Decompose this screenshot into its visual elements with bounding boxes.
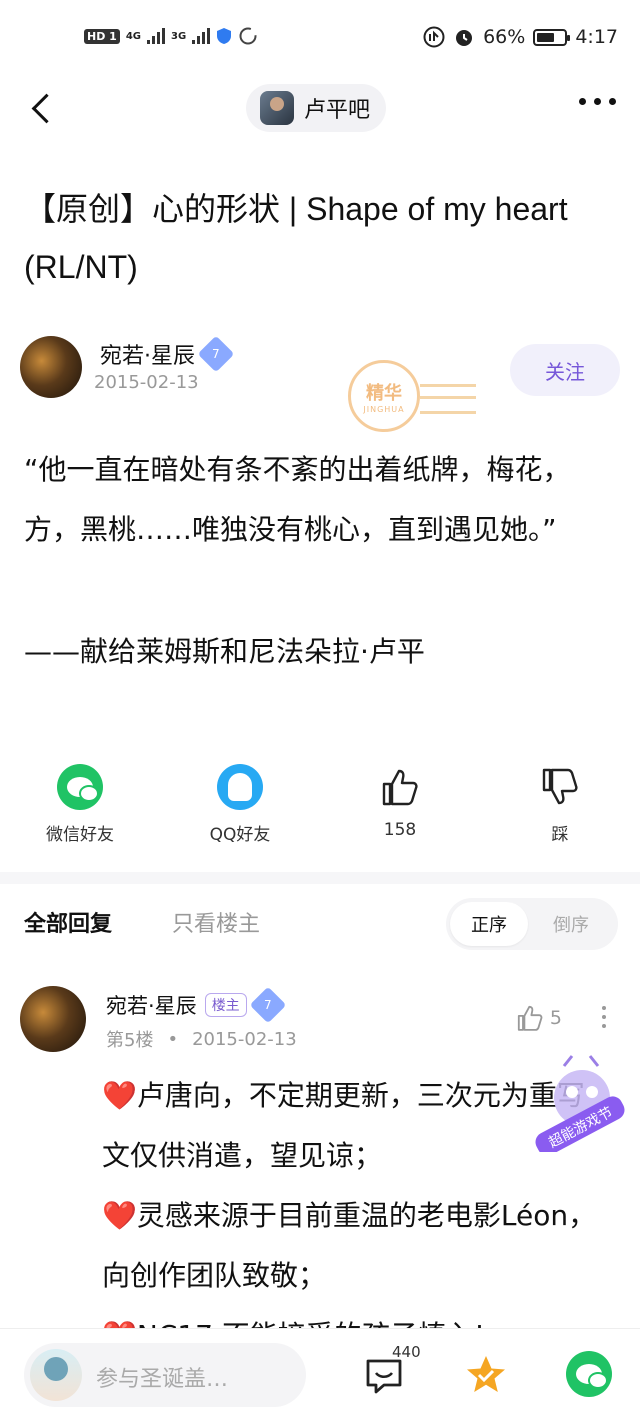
follow-button[interactable]: 关注 xyxy=(510,344,620,396)
sort-toggle: 正序 倒序 xyxy=(446,898,618,950)
hd-badge: HD 1 xyxy=(84,28,120,44)
thumbs-up-icon xyxy=(379,764,421,810)
heart-icon: ❤️ xyxy=(102,1079,137,1112)
tab-all-replies[interactable]: 全部回复 xyxy=(24,906,112,938)
comment-placeholder: 参与圣诞盖… xyxy=(96,1367,229,1392)
floor-meta: 第5楼 • 2015-02-13 xyxy=(106,1026,297,1052)
post-date: 2015-02-13 xyxy=(94,372,199,393)
nfc-icon xyxy=(423,26,445,48)
heart-icon: ❤️ xyxy=(102,1199,137,1232)
thumbs-up-icon xyxy=(517,1005,543,1031)
wechat-share-icon[interactable] xyxy=(566,1351,612,1397)
shield-icon xyxy=(217,28,232,44)
avatar[interactable] xyxy=(20,986,86,1052)
floor-date: 2015-02-13 xyxy=(192,1028,297,1050)
avatar[interactable] xyxy=(20,336,82,398)
share-qq-button[interactable]: QQ好友 xyxy=(180,764,300,845)
level-badge: 7 xyxy=(249,986,287,1024)
loading-ring-icon xyxy=(239,27,257,45)
favorite-star-icon[interactable] xyxy=(464,1353,508,1397)
top-nav: 卢平吧 xyxy=(0,78,640,140)
forum-pill[interactable]: 卢平吧 xyxy=(246,84,387,132)
post-paragraph: “他一直在暗处有条不紊的出着纸牌，梅花，方，黑桃……唯独没有桃心，直到遇见她。” xyxy=(24,453,571,546)
stamp-wave-lines xyxy=(420,384,476,414)
comment-input[interactable]: 参与圣诞盖… xyxy=(24,1343,306,1407)
status-bar: HD 1 4G 3G 66% 4:17 xyxy=(0,0,640,78)
author-name-row: 宛若·星辰 7 xyxy=(100,335,235,373)
wechat-icon xyxy=(57,764,103,810)
signal-icon xyxy=(192,28,211,44)
bottom-action-bar: 参与圣诞盖… 440 xyxy=(0,1328,640,1422)
floor-like-button[interactable]: 5 xyxy=(516,1004,562,1032)
featured-stamp: 精华 JINGHUA xyxy=(348,360,420,432)
floor-line: ❤️灵感来源于目前重温的老电影Léon，向创作团队致敬； xyxy=(102,1199,597,1292)
author-name[interactable]: 宛若·星辰 xyxy=(100,338,195,370)
post-author-row: 宛若·星辰 7 2015-02-13 关注 xyxy=(20,335,620,402)
section-divider xyxy=(0,872,640,884)
post-body: “他一直在暗处有条不紊的出着纸牌，梅花，方，黑桃……唯独没有桃心，直到遇见她。”… xyxy=(24,440,614,682)
battery-percent: 66% xyxy=(483,26,526,48)
floor-author-name[interactable]: 宛若·星辰 xyxy=(106,990,197,1020)
share-qq-label: QQ好友 xyxy=(209,825,271,845)
post-paragraph: ——献给莱姆斯和尼法朵拉·卢平 xyxy=(24,635,425,668)
more-options-icon[interactable] xyxy=(579,98,616,105)
comment-count: 440 xyxy=(392,1343,421,1361)
dislike-button[interactable]: 踩 xyxy=(500,764,620,845)
floor-more-icon[interactable] xyxy=(602,1006,606,1028)
forum-name: 卢平吧 xyxy=(304,98,371,123)
status-right: 66% 4:17 xyxy=(423,26,618,48)
dislike-label: 踩 xyxy=(551,825,569,845)
floor-number: 第5楼 xyxy=(106,1030,154,1051)
op-tag: 楼主 xyxy=(204,993,247,1017)
qq-icon xyxy=(217,764,263,810)
like-button[interactable]: 158 xyxy=(340,764,460,840)
meta-separator: • xyxy=(167,1028,179,1050)
forum-avatar xyxy=(260,91,294,125)
net-type-2: 3G xyxy=(171,30,187,42)
sort-asc-button[interactable]: 正序 xyxy=(450,902,528,946)
share-row: 微信好友 QQ好友 158 踩 xyxy=(0,764,640,854)
clock: 4:17 xyxy=(575,26,618,48)
floor-author-row: 宛若·星辰 楼主 7 xyxy=(106,986,287,1024)
signal-icon xyxy=(147,28,165,44)
like-count: 158 xyxy=(383,820,417,840)
share-wechat-label: 微信好友 xyxy=(46,825,114,845)
status-left: HD 1 4G 3G xyxy=(84,26,258,46)
game-festival-badge[interactable]: 超能游戏节 xyxy=(528,1052,628,1156)
share-wechat-button[interactable]: 微信好友 xyxy=(20,764,140,845)
post-title: 【原创】心的形状 | Shape of my heart (RL/NT) xyxy=(24,191,568,285)
tab-op-only[interactable]: 只看楼主 xyxy=(172,906,260,938)
back-button[interactable] xyxy=(26,88,62,128)
reply-header: 全部回复 只看楼主 正序 倒序 xyxy=(0,884,640,964)
alarm-icon xyxy=(456,30,473,46)
level-badge: 7 xyxy=(197,335,235,373)
thumbs-down-icon xyxy=(539,764,581,810)
battery-icon xyxy=(533,28,571,46)
floor-like-count: 5 xyxy=(549,1007,562,1029)
user-avatar xyxy=(30,1349,82,1401)
net-type-1: 4G xyxy=(125,30,141,42)
sort-desc-button[interactable]: 倒序 xyxy=(532,902,610,946)
